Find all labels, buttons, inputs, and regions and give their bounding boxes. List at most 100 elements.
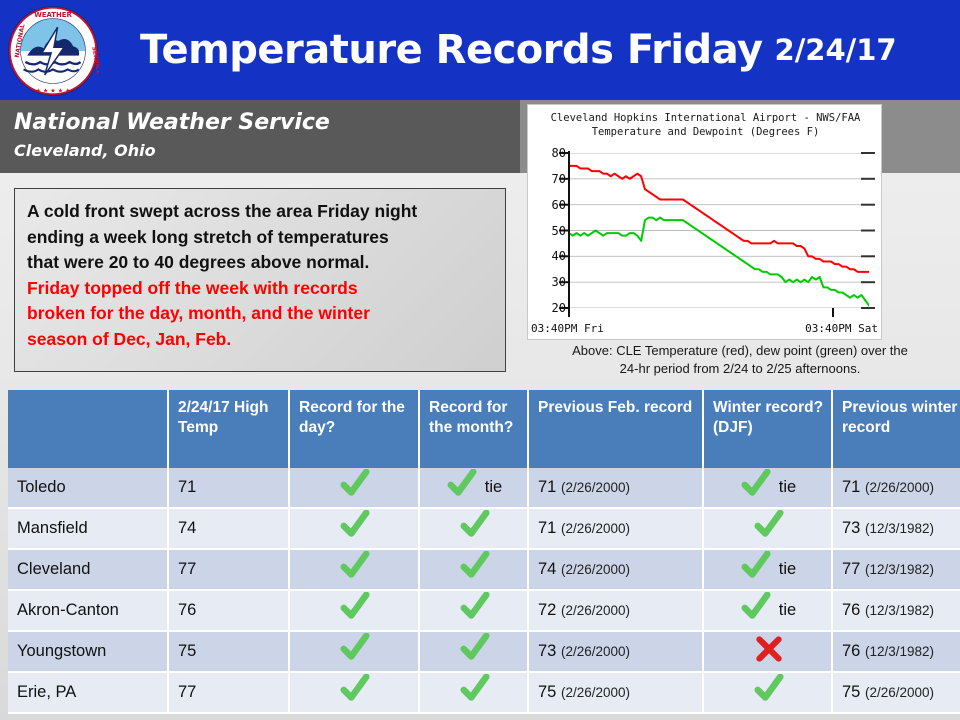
chart-y-tick: 30 [551, 275, 566, 290]
cell-city: Toledo [8, 468, 169, 509]
check-icon [340, 632, 370, 663]
cell-city: Akron-Canton [8, 590, 169, 632]
cell-record-day [289, 631, 420, 673]
check-icon [753, 509, 784, 540]
records-table-wrap: 2/24/17 High Temp Record for the day? Re… [8, 390, 960, 714]
table-header-row: 2/24/17 High Temp Record for the day? Re… [8, 390, 960, 468]
chart-y-tick: 70 [551, 171, 566, 186]
cell-record-day [289, 590, 420, 632]
chart-y-tick: 80 [551, 146, 566, 160]
cell-winter-record [703, 672, 833, 714]
table-row: Youngstown 75 73 (2/26/2000) 76 (12/3/19… [8, 631, 960, 673]
records-table-body: Toledo 71 tie 71 (2/26/2000) tie 71 (2/2… [8, 468, 960, 714]
prev-winter-date: (12/3/1982) [864, 521, 935, 536]
office-bar: National Weather Service Cleveland, Ohio [0, 100, 520, 173]
check-icon [741, 468, 771, 499]
prev-winter-value: 76 [842, 642, 861, 660]
cell-prev-winter-record: 76 (12/3/1982) [832, 590, 960, 632]
prev-feb-value: 75 [538, 683, 557, 701]
summary-line: broken for the day, month, and the winte… [27, 303, 370, 323]
records-table: 2/24/17 High Temp Record for the day? Re… [8, 390, 960, 714]
tie-label: tie [778, 601, 797, 619]
cell-record-month: tie [419, 468, 529, 509]
page-header: WEATHER ★ ★ ★ ★ ★ NATIONAL SERVICE Tempe… [0, 0, 960, 100]
prev-feb-value: 71 [538, 519, 557, 537]
chart-y-tick: 60 [551, 197, 566, 212]
cell-record-day [289, 549, 420, 591]
prev-feb-value: 71 [538, 478, 557, 496]
cell-city: Erie, PA [8, 672, 169, 714]
prev-feb-value: 74 [538, 560, 557, 578]
table-row: Akron-Canton 76 72 (2/26/2000) tie 76 (1… [8, 590, 960, 632]
tie-label: tie [778, 478, 797, 496]
summary-line: ending a week long stretch of temperatur… [27, 226, 389, 247]
cell-winter-record [703, 508, 833, 550]
cell-record-day [289, 468, 420, 509]
prev-feb-date: (2/26/2000) [560, 685, 631, 700]
prev-feb-date: (2/26/2000) [560, 562, 631, 577]
svg-text:★ ★ ★ ★ ★: ★ ★ ★ ★ ★ [35, 87, 70, 94]
table-row: Cleveland 77 74 (2/26/2000) tie 77 (12/3… [8, 549, 960, 591]
table-row: Toledo 71 tie 71 (2/26/2000) tie 71 (2/2… [8, 468, 960, 509]
nws-seal-icon: WEATHER ★ ★ ★ ★ ★ NATIONAL SERVICE [7, 5, 102, 97]
prev-winter-date: (12/3/1982) [864, 603, 935, 618]
table-row: Mansfield 74 71 (2/26/2000) 73 (12/3/198… [8, 508, 960, 550]
summary-box: A cold front swept across the area Frida… [14, 188, 506, 372]
page-title: Temperature Records Friday 2/24/17 [140, 0, 897, 100]
cell-prev-winter-record: 73 (12/3/1982) [832, 508, 960, 550]
check-icon [459, 632, 490, 663]
summary-line: that were 20 to 40 degrees above normal. [27, 252, 370, 272]
cell-high-temp: 77 [168, 672, 290, 714]
cell-record-month [419, 631, 529, 673]
check-icon [340, 673, 370, 704]
chart-caption: Above: CLE Temperature (red), dew point … [520, 342, 960, 378]
prev-feb-value: 72 [538, 601, 557, 619]
chart-title-line1: Cleveland Hopkins International Airport … [550, 112, 861, 124]
cell-record-month [419, 672, 529, 714]
cell-high-temp: 71 [168, 468, 290, 509]
check-icon [753, 673, 784, 704]
cell-prev-feb-record: 72 (2/26/2000) [528, 590, 704, 632]
cell-city: Cleveland [8, 549, 169, 591]
column-header-city [8, 390, 169, 468]
prev-feb-date: (2/26/2000) [560, 480, 631, 495]
cell-winter-record [703, 631, 833, 673]
cell-record-day [289, 672, 420, 714]
cell-prev-feb-record: 71 (2/26/2000) [528, 468, 704, 509]
column-header-record-month: Record for the month? [419, 390, 529, 468]
prev-feb-date: (2/26/2000) [560, 644, 631, 659]
column-header-prev-feb: Previous Feb. record [528, 390, 704, 468]
office-name: National Weather Service [14, 110, 330, 135]
cell-city: Youngstown [8, 631, 169, 673]
temperature-dewpoint-chart: Cleveland Hopkins International Airport … [527, 104, 882, 340]
cell-high-temp: 75 [168, 631, 290, 673]
cell-prev-winter-record: 75 (2/26/2000) [832, 672, 960, 714]
chart-y-tick: 20 [551, 301, 566, 315]
chart-title: Cleveland Hopkins International Airport … [528, 111, 883, 139]
page-title-date: 2/24/17 [774, 33, 897, 67]
x-icon [755, 635, 783, 663]
chart-y-axis-labels: 80 70 60 50 40 30 20 [528, 145, 566, 315]
office-location: Cleveland, Ohio [14, 141, 156, 160]
cell-high-temp: 74 [168, 508, 290, 550]
cell-winter-record: tie [703, 590, 833, 632]
check-icon [340, 468, 370, 499]
prev-winter-value: 73 [842, 519, 861, 537]
check-icon [340, 550, 370, 581]
tie-label: tie [484, 478, 503, 496]
check-icon [741, 550, 771, 581]
summary-line: A cold front swept across the area Frida… [27, 201, 418, 221]
chart-y-tick: 50 [551, 223, 566, 238]
svg-text:WEATHER: WEATHER [34, 11, 72, 19]
prev-winter-date: (12/3/1982) [864, 562, 935, 577]
cell-winter-record: tie [703, 549, 833, 591]
summary-line: Friday topped off the week with records [27, 277, 358, 298]
check-icon [459, 509, 490, 540]
check-icon [340, 591, 370, 622]
table-row: Erie, PA 77 75 (2/26/2000) 75 (2/26/2000… [8, 672, 960, 714]
column-header-winter: Winter record? (DJF) [703, 390, 833, 468]
cell-record-month [419, 508, 529, 550]
chart-caption-line1: Above: CLE Temperature (red), dew point … [572, 343, 908, 358]
check-icon [459, 591, 490, 622]
check-icon [459, 550, 490, 581]
